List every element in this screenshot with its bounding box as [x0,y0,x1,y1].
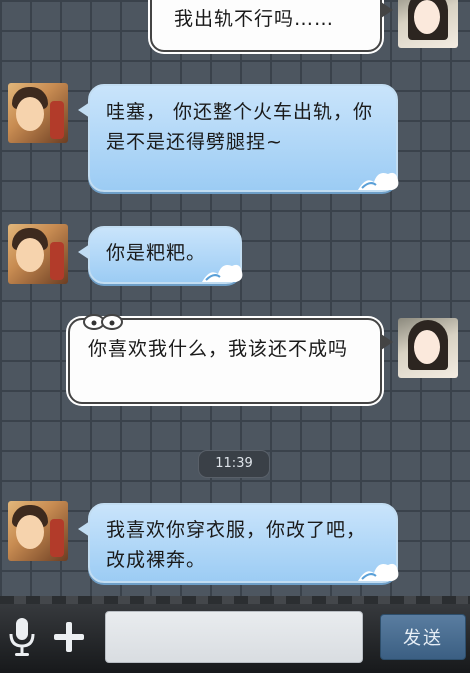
microphone-icon[interactable] [6,616,38,658]
avatar-girl[interactable] [398,318,458,378]
wave-decoration-icon [358,563,399,581]
send-button[interactable]: 发送 [380,614,466,660]
bubble-tail [381,334,393,350]
bubble-tail [78,244,90,260]
message-bubble-right[interactable]: 我出轨不行吗…… [150,0,393,52]
bubble-tail [78,521,90,537]
message-text: 哇塞， 你还整个火车出轨，你是不是还得劈腿捏~ [106,101,374,153]
message-bubble-left[interactable]: 你是粑粑。 [78,226,243,284]
avatar-girl[interactable] [398,0,458,48]
message-text: 我出轨不行吗…… [174,8,335,30]
avatar-boy[interactable] [8,83,68,143]
bubble-tail [381,2,393,18]
bar-edge-decoration [0,596,470,604]
message-bubble-right[interactable]: 你喜欢我什么，我该还不成吗 [68,314,393,404]
timestamp-badge: 11:39 [198,450,270,478]
bubble-tail [78,102,90,118]
message-input[interactable] [105,611,363,663]
avatar-boy[interactable] [8,224,68,284]
plus-icon[interactable] [52,620,86,654]
avatar-boy[interactable] [8,501,68,561]
wave-decoration-icon [358,172,399,190]
frog-decoration-icon [83,314,123,330]
wave-decoration-icon [202,264,243,282]
message-text: 我喜欢你穿衣服，你改了吧，改成裸奔。 [106,519,367,571]
message-bubble-left[interactable]: 哇塞， 你还整个火车出轨，你是不是还得劈腿捏~ [78,84,399,192]
chat-area: 我出轨不行吗…… 哇塞， 你还整个火车出轨，你是不是还得劈腿捏~ 你是粑粑。 你… [0,0,470,596]
message-text: 你喜欢我什么，我该还不成吗 [88,338,349,360]
message-text: 你是粑粑。 [106,242,207,264]
message-bubble-left[interactable]: 我喜欢你穿衣服，你改了吧，改成裸奔。 [78,503,399,583]
